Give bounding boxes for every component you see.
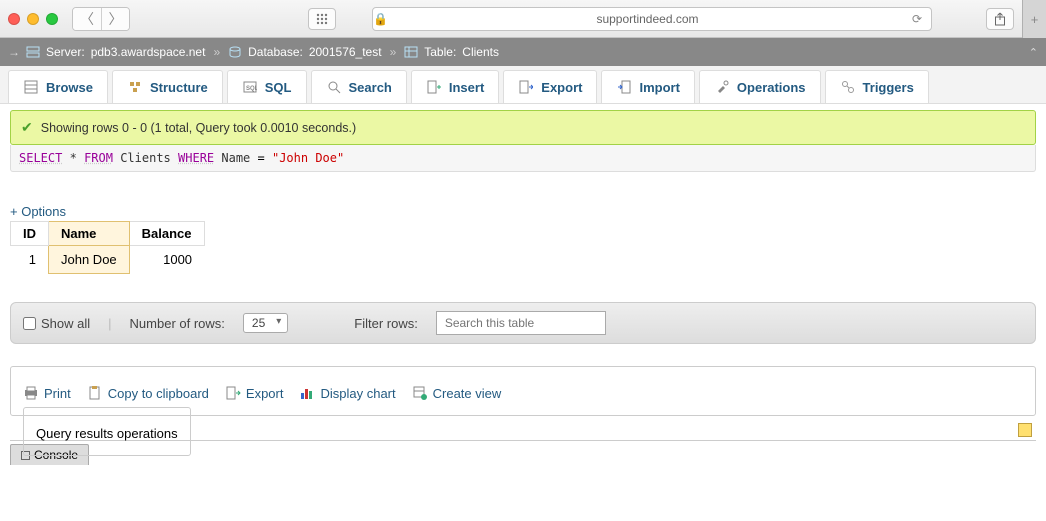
export-icon <box>518 79 534 95</box>
export-link[interactable]: Export <box>225 385 284 401</box>
lock-icon: 🔒 <box>373 12 388 26</box>
cell-balance: 1000 <box>129 246 204 274</box>
export-op-icon <box>225 385 241 401</box>
rows-label: Number of rows: <box>130 316 225 331</box>
triggers-icon <box>840 79 856 95</box>
window-close-icon[interactable] <box>8 13 20 25</box>
ops-legend: Query results operations <box>23 407 191 456</box>
search-icon <box>326 79 342 95</box>
tab-search[interactable]: Search <box>311 70 407 103</box>
insert-icon <box>426 79 442 95</box>
table-name[interactable]: Clients <box>462 45 499 59</box>
breadcrumb: → Server: pdb3.awardspace.net » Database… <box>0 38 1046 66</box>
server-name[interactable]: pdb3.awardspace.net <box>91 45 206 59</box>
col-name[interactable]: Name <box>49 222 130 246</box>
query-results-operations: Query results operations Print Copy to c… <box>10 366 1036 416</box>
rows-select[interactable]: 25 <box>243 313 288 333</box>
back-button[interactable]: 〈 <box>73 8 101 30</box>
chart-link[interactable]: Display chart <box>299 385 395 401</box>
filter-label: Filter rows: <box>354 316 418 331</box>
database-label: Database: <box>248 45 303 59</box>
results-table: ID Name Balance 1 John Doe 1000 <box>10 221 205 274</box>
view-icon <box>412 385 428 401</box>
tab-export[interactable]: Export <box>503 70 597 103</box>
operations-icon <box>714 79 730 95</box>
tab-browse[interactable]: Browse <box>8 70 108 103</box>
nav-toggle-icon[interactable]: → <box>8 45 20 59</box>
sql-icon: SQL <box>242 79 258 95</box>
share-button[interactable] <box>986 8 1014 30</box>
show-all-checkbox[interactable]: Show all <box>23 316 90 331</box>
window-maximize-icon[interactable] <box>46 13 58 25</box>
new-tab-button[interactable]: + <box>1022 0 1046 38</box>
tab-structure[interactable]: Structure <box>112 70 223 103</box>
options-link[interactable]: + Options <box>10 204 66 219</box>
database-icon <box>228 45 242 59</box>
server-icon <box>26 45 40 59</box>
tab-operations[interactable]: Operations <box>699 70 821 103</box>
forward-button[interactable]: 〉 <box>101 8 129 30</box>
pagination-controls: Show all | Number of rows: 25 Filter row… <box>10 302 1036 344</box>
server-label: Server: <box>46 45 85 59</box>
success-message: ✔ Showing rows 0 - 0 (1 total, Query too… <box>10 110 1036 145</box>
sql-query: SELECT * FROM Clients WHERE Name = "John… <box>10 145 1036 172</box>
reload-icon[interactable]: ⟳ <box>907 12 927 26</box>
bookmark-icon[interactable] <box>1018 423 1032 437</box>
tab-triggers[interactable]: Triggers <box>825 70 929 103</box>
url-host: supportindeed.com <box>392 12 903 26</box>
clipboard-icon <box>87 385 103 401</box>
tab-import[interactable]: Import <box>601 70 694 103</box>
tab-menu: Browse Structure SQLSQL Search Insert Ex… <box>0 66 1046 104</box>
check-icon: ✔ <box>21 119 33 136</box>
import-icon <box>616 79 632 95</box>
cell-id: 1 <box>11 246 49 274</box>
message-text: Showing rows 0 - 0 (1 total, Query took … <box>41 121 356 135</box>
chart-icon <box>299 385 315 401</box>
tab-insert[interactable]: Insert <box>411 70 499 103</box>
structure-icon <box>127 79 143 95</box>
browse-icon <box>23 79 39 95</box>
cell-name: John Doe <box>49 246 130 274</box>
print-icon <box>23 385 39 401</box>
database-name[interactable]: 2001576_test <box>309 45 382 59</box>
copy-link[interactable]: Copy to clipboard <box>87 385 209 401</box>
table-header-row: ID Name Balance <box>11 222 205 246</box>
svg-text:SQL: SQL <box>246 86 257 92</box>
col-balance[interactable]: Balance <box>129 222 204 246</box>
tab-sql[interactable]: SQLSQL <box>227 70 307 103</box>
collapse-icon[interactable]: ⌃ <box>1029 46 1038 59</box>
print-link[interactable]: Print <box>23 385 71 401</box>
filter-input[interactable] <box>436 311 606 335</box>
show-all-input[interactable] <box>23 317 36 330</box>
window-minimize-icon[interactable] <box>27 13 39 25</box>
col-id[interactable]: ID <box>11 222 49 246</box>
url-bar[interactable]: 🔒 supportindeed.com ⟳ <box>372 7 932 31</box>
apps-button[interactable] <box>308 8 336 30</box>
view-link[interactable]: Create view <box>412 385 502 401</box>
table-label: Table: <box>424 45 456 59</box>
table-row: 1 John Doe 1000 <box>11 246 205 274</box>
table-icon <box>404 45 418 59</box>
